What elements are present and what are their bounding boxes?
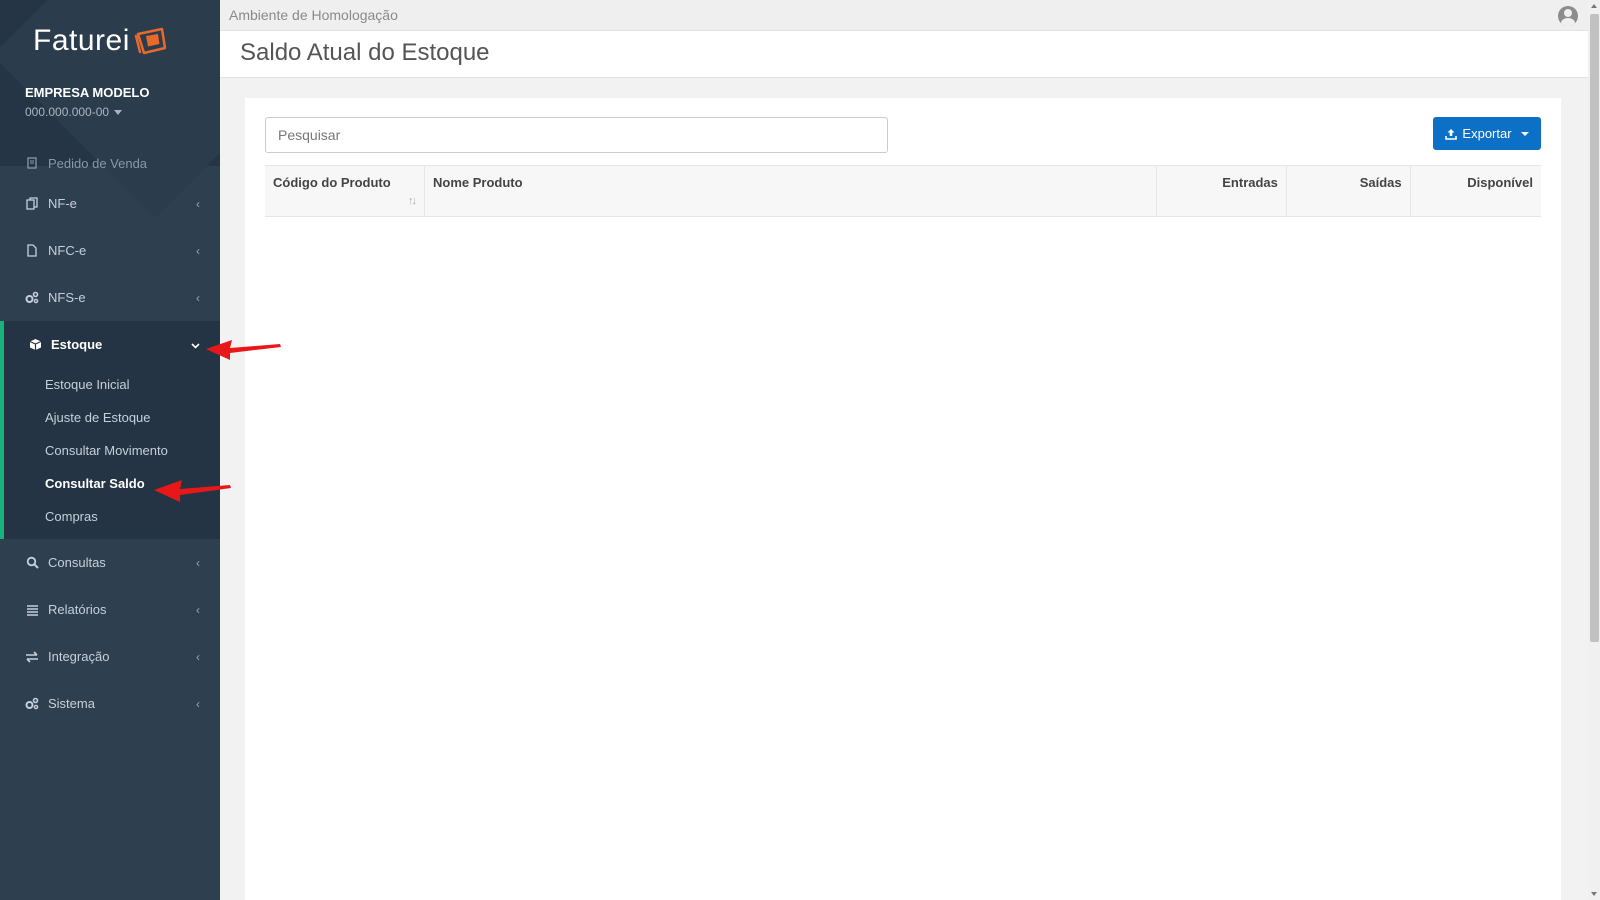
submenu-ajuste-de-estoque[interactable]: Ajuste de Estoque <box>4 401 220 434</box>
column-header-saidas[interactable]: Saídas <box>1285 165 1411 217</box>
export-button[interactable]: Exportar <box>1433 117 1541 150</box>
sidebar-item-nfs-e[interactable]: NFS-e ‹ <box>0 274 220 321</box>
submenu-estoque-inicial[interactable]: Estoque Inicial <box>4 368 220 401</box>
column-header-nome[interactable]: Nome Produto <box>423 165 1157 217</box>
sidebar-item-label: Relatórios <box>48 602 107 617</box>
app-logo[interactable]: Faturei <box>33 24 168 58</box>
caret-down-icon <box>114 109 123 115</box>
document-icon <box>25 156 39 170</box>
company-selector[interactable]: EMPRESA MODELO 000.000.000-00 <box>25 85 149 119</box>
scrollbar-thumb[interactable] <box>1590 14 1599 642</box>
column-header-label: Código do Produto <box>273 175 391 190</box>
chevron-left-icon: ‹ <box>196 555 200 570</box>
column-header-entradas[interactable]: Entradas <box>1156 165 1287 217</box>
sidebar-item-label: Pedido de Venda <box>48 156 148 171</box>
table-header-row: Código do Produto ↑↓ Nome Produto Entrad… <box>265 165 1541 217</box>
list-icon <box>25 603 39 617</box>
logo-text: Faturei <box>33 24 130 57</box>
annotation-arrow-icon <box>154 480 231 502</box>
company-id-text: 000.000.000-00 <box>25 105 110 119</box>
upload-icon <box>1445 128 1458 140</box>
submenu-consultar-movimento[interactable]: Consultar Movimento <box>4 434 220 467</box>
sidebar: Faturei EMPRESA MODELO 000.000.000-00 Pe… <box>0 0 220 900</box>
chevron-left-icon: ‹ <box>196 290 200 305</box>
sidebar-item-nf-e[interactable]: NF-e ‹ <box>0 180 220 227</box>
sidebar-item-label: Integração <box>48 649 110 664</box>
environment-label: Ambiente de Homologação <box>229 7 398 23</box>
sidebar-menu: Pedido de Venda NF-e ‹ NFC-e ‹ NFS-e ‹ E… <box>0 156 220 727</box>
export-button-label: Exportar <box>1462 126 1512 141</box>
gears-icon <box>25 291 39 305</box>
chevron-left-icon: ‹ <box>196 649 200 664</box>
cube-icon <box>28 338 42 352</box>
sidebar-header: Faturei EMPRESA MODELO 000.000.000-00 <box>0 0 220 166</box>
sidebar-item-label: Consultas <box>48 555 106 570</box>
content-card: Exportar Código do Produto ↑↓ Nome Produ… <box>245 98 1561 900</box>
company-id: 000.000.000-00 <box>25 105 149 119</box>
sidebar-item-label: Sistema <box>48 696 95 711</box>
sidebar-item-label: Estoque <box>51 337 103 352</box>
sidebar-item-label: NFS-e <box>48 290 86 305</box>
sidebar-item-label: NFC-e <box>48 243 87 258</box>
sidebar-item-sistema[interactable]: Sistema ‹ <box>0 680 220 727</box>
sidebar-item-label: NF-e <box>48 196 77 211</box>
annotation-arrow-icon <box>206 340 281 360</box>
company-name: EMPRESA MODELO <box>25 85 150 100</box>
chevron-left-icon: ‹ <box>196 602 200 617</box>
stock-balance-table: Código do Produto ↑↓ Nome Produto Entrad… <box>265 165 1541 217</box>
column-header-disponivel[interactable]: Disponível <box>1409 165 1541 217</box>
sidebar-item-consultas[interactable]: Consultas ‹ <box>0 539 220 586</box>
chevron-left-icon: ‹ <box>196 696 200 711</box>
top-bar: Ambiente de Homologação <box>220 0 1588 31</box>
title-bar: Saldo Atual do Estoque <box>220 31 1588 78</box>
scroll-up-icon[interactable] <box>1591 4 1597 8</box>
user-avatar-icon[interactable] <box>1558 6 1578 26</box>
sidebar-item-estoque[interactable]: Estoque <box>4 321 220 368</box>
gears-icon <box>25 697 39 711</box>
page-scrollbar[interactable] <box>1588 0 1600 900</box>
sidebar-item-nfc-e[interactable]: NFC-e ‹ <box>0 227 220 274</box>
sidebar-item-relatorios[interactable]: Relatórios ‹ <box>0 586 220 633</box>
chevron-down-icon <box>191 338 200 352</box>
sidebar-item-pedido-de-venda[interactable]: Pedido de Venda <box>0 156 220 180</box>
exchange-icon <box>25 650 39 664</box>
search-icon <box>25 556 39 570</box>
copy-icon <box>25 197 39 211</box>
logo-receipt-icon <box>134 27 167 55</box>
scroll-down-icon[interactable] <box>1591 892 1597 896</box>
chevron-left-icon: ‹ <box>196 243 200 258</box>
page-title: Saldo Atual do Estoque <box>240 39 490 66</box>
search-input[interactable] <box>265 117 888 153</box>
sidebar-item-integracao[interactable]: Integração ‹ <box>0 633 220 680</box>
sort-icon[interactable]: ↑↓ <box>408 195 417 207</box>
column-header-codigo[interactable]: Código do Produto ↑↓ <box>265 165 425 217</box>
chevron-left-icon: ‹ <box>196 196 200 211</box>
caret-down-icon <box>1520 131 1529 136</box>
file-icon <box>25 244 39 258</box>
